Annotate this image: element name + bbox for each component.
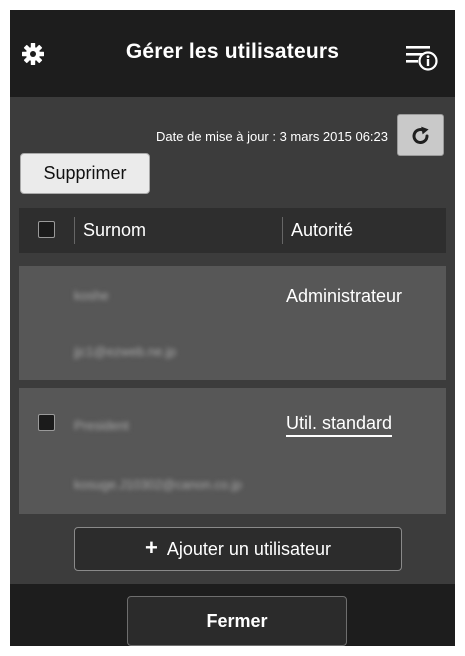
title-bar: Gérer les utilisateurs (10, 10, 455, 97)
table-row[interactable]: President Util. standard kosuge.J10302@c… (19, 388, 446, 514)
user-authority: Administrateur (286, 286, 403, 306)
footer-bar: Fermer (10, 584, 455, 646)
authority-link-text[interactable]: Util. standard (286, 413, 393, 437)
user-nickname: koshe (74, 288, 109, 303)
close-button[interactable]: Fermer (127, 596, 347, 646)
add-user-button[interactable]: + Ajouter un utilisateur (74, 527, 402, 571)
page-title: Gérer les utilisateurs (125, 40, 340, 63)
column-header-authority[interactable]: Autorité (291, 220, 353, 241)
user-nickname: President (74, 418, 129, 433)
refresh-icon (412, 126, 429, 144)
column-header-nickname[interactable]: Surnom (83, 220, 146, 241)
table-row[interactable]: koshe Administrateur jjc1@ezweb.ne.jp (19, 266, 446, 380)
user-authority-link[interactable]: Util. standard (286, 413, 393, 437)
user-email: kosuge.J10302@canon.co.jp (74, 477, 242, 492)
plus-icon: + (145, 535, 158, 560)
update-date-label: Date de mise à jour : 3 mars 2015 06:23 (156, 129, 388, 144)
table-header: Surnom Autorité (19, 208, 446, 253)
row-checkbox[interactable] (38, 414, 55, 431)
menu-info-icon[interactable] (404, 42, 440, 72)
delete-button[interactable]: Supprimer (20, 153, 150, 194)
column-divider (282, 217, 283, 244)
select-all-checkbox[interactable] (38, 221, 55, 238)
user-email: jjc1@ezweb.ne.jp (74, 344, 177, 359)
refresh-button[interactable] (397, 114, 444, 156)
column-divider (74, 217, 75, 244)
add-user-label: Ajouter un utilisateur (166, 538, 331, 559)
manage-users-screen: Gérer les utilisateurs Date de mise à jo… (10, 10, 455, 646)
